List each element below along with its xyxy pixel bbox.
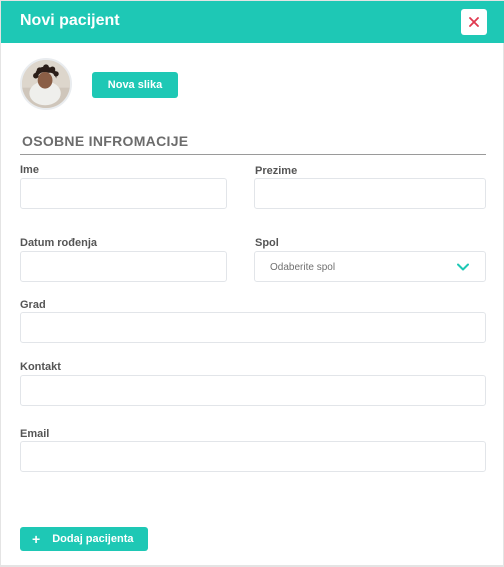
footer-divider — [1, 565, 504, 566]
section-title: OSOBNE INFROMACIJE — [22, 133, 189, 149]
birth-date-label: Datum rođenja — [20, 237, 98, 249]
gender-select[interactable]: Odaberite spol — [254, 251, 486, 282]
contact-label: Kontakt — [20, 361, 61, 373]
add-patient-button[interactable]: + Dodaj pacijenta — [20, 527, 148, 551]
new-photo-button[interactable]: Nova slika — [92, 72, 178, 98]
last-name-field[interactable] — [254, 178, 486, 209]
avatar — [20, 58, 72, 110]
avatar-photo — [22, 60, 70, 108]
last-name-label: Prezime — [255, 165, 298, 177]
first-name-label: Ime — [20, 164, 39, 176]
gender-label: Spol — [255, 237, 279, 249]
add-patient-label: Dodaj pacijenta — [52, 533, 134, 545]
section-divider — [20, 154, 486, 155]
gender-select-placeholder: Odaberite spol — [270, 262, 336, 273]
city-label: Grad — [20, 299, 46, 311]
email-field[interactable] — [20, 441, 486, 472]
modal-header: Novi pacijent — [1, 1, 504, 43]
close-button[interactable] — [461, 9, 487, 35]
close-icon — [469, 17, 479, 27]
contact-field[interactable] — [20, 375, 486, 406]
modal-title: Novi pacijent — [20, 12, 120, 29]
new-patient-modal: Novi pacijent Nova slika OSOBNE INFROMAC… — [0, 0, 504, 567]
first-name-field[interactable] — [20, 178, 227, 209]
city-field[interactable] — [20, 312, 486, 343]
chevron-down-icon — [457, 263, 469, 271]
plus-icon: + — [32, 531, 41, 547]
birth-date-field[interactable] — [20, 251, 227, 282]
email-label: Email — [20, 428, 50, 440]
